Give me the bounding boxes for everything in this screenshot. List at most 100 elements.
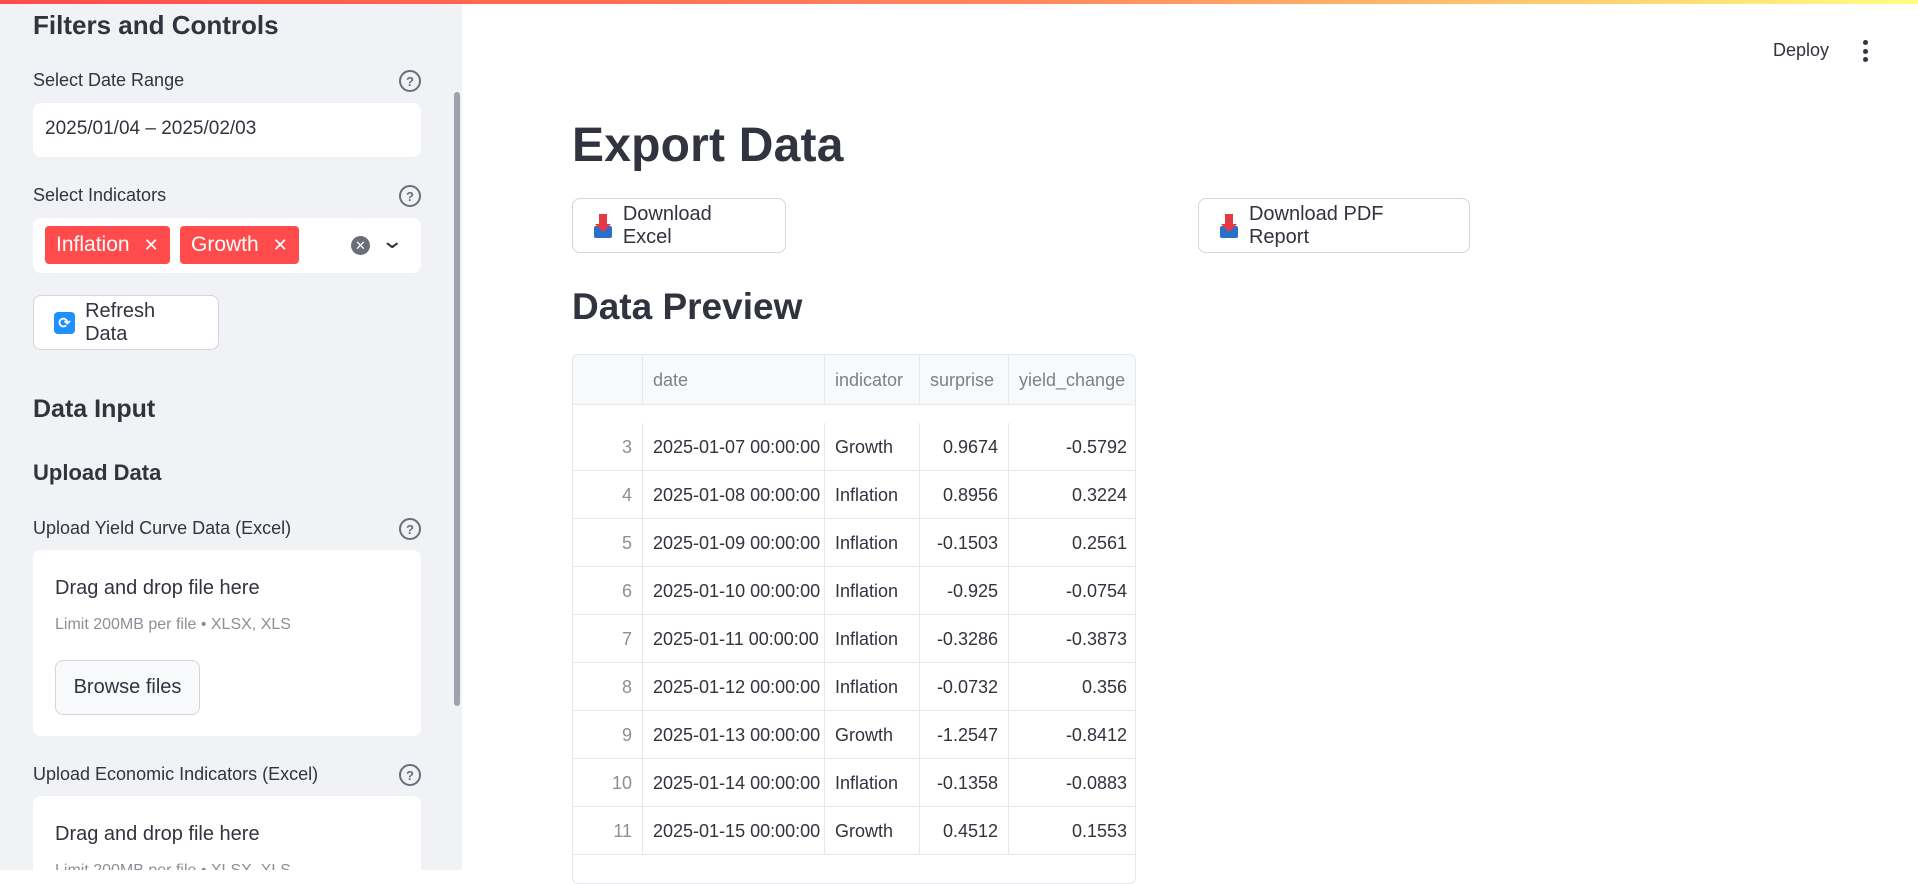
remove-tag-icon[interactable]: ✕ [273,235,288,256]
row-index: 3 [573,423,643,471]
table-row[interactable]: 5 2025-01-09 00:00:00 Inflation -0.1503 0.25… [573,519,1135,567]
surprise-cell: 0.4512 [920,807,1009,855]
more-menu-icon[interactable] [1862,40,1868,62]
data-preview-table[interactable]: date indicator surprise yield_change 3 20… [572,354,1136,884]
indicator-cell: Growth [825,711,920,759]
help-icon[interactable]: ? [399,70,421,92]
surprise-cell: -0.3286 [920,615,1009,663]
row-index: 4 [573,471,643,519]
indicators-multiselect[interactable]: Inflation ✕ Growth ✕ ✕ ⌄ [33,218,421,273]
date-cell: 2025-01-13 00:00:00 [643,711,825,759]
sidebar-title: Filters and Controls [33,10,279,40]
surprise-cell: -0.925 [920,567,1009,615]
table-row[interactable]: 8 2025-01-12 00:00:00 Inflation -0.0732 0.35… [573,663,1135,711]
indicator-cell: Inflation [825,615,920,663]
tag-label: Growth [191,233,259,256]
table-row[interactable]: 4 2025-01-08 00:00:00 Inflation 0.8956 0.322… [573,471,1135,519]
row-index: 8 [573,663,643,711]
help-icon[interactable]: ? [399,185,421,207]
data-input-title: Data Input [33,395,156,423]
column-header-index [573,355,643,405]
date-cell: 2025-01-11 00:00:00 [643,615,825,663]
tag-growth[interactable]: Growth ✕ [180,226,299,264]
refresh-data-button[interactable]: ⟳ Refresh Data [33,295,219,350]
table-row[interactable]: 6 2025-01-10 00:00:00 Inflation -0.925 -0.07… [573,567,1135,615]
date-range-input[interactable]: 2025/01/04 – 2025/02/03 [33,103,421,157]
table-row[interactable]: 9 2025-01-13 00:00:00 Growth -1.2547 -0.8412 [573,711,1135,759]
yield-change-cell: 0.3224 [1071,484,1127,505]
download-pdf-button[interactable]: Download PDF Report [1198,198,1470,253]
dropzone-text: Drag and drop file here [55,577,260,599]
sidebar: Filters and Controls Select Date Range ?… [0,0,462,870]
indicator-cell: Growth [825,423,920,471]
yield-change-cell: -0.0883 [1065,772,1127,793]
column-header-date[interactable]: date [643,355,825,405]
tag-inflation[interactable]: Inflation ✕ [45,226,170,264]
help-icon[interactable]: ? [399,518,421,540]
deploy-button[interactable]: Deploy [1773,40,1829,61]
date-cell: 2025-01-12 00:00:00 [643,663,825,711]
dropzone-text: Drag and drop file here [55,823,260,845]
page-title: Export Data [572,119,844,172]
table-row[interactable]: 11 2025-01-15 00:00:00 Growth 0.4512 0.1553 [573,807,1135,855]
indicators-label: Select Indicators [33,185,167,205]
indicator-cell: Growth [825,807,920,855]
date-cell: 2025-01-14 00:00:00 [643,759,825,807]
table-row[interactable]: 3 2025-01-07 00:00:00 Growth 0.9674 -0.5792 [573,423,1135,471]
date-cell: 2025-01-09 00:00:00 [643,519,825,567]
yield-change-cell: -0.5792 [1065,436,1127,457]
upload-data-title: Upload Data [33,460,162,485]
top-decoration-bar [0,0,1918,4]
yield-change-cell: -0.8412 [1065,724,1127,745]
clear-all-icon[interactable]: ✕ [351,236,370,255]
row-index: 10 [573,759,643,807]
download-icon [1219,213,1239,238]
date-cell: 2025-01-10 00:00:00 [643,567,825,615]
date-cell: 2025-01-08 00:00:00 [643,471,825,519]
download-icon [593,213,613,238]
upload-yield-label: Upload Yield Curve Data (Excel) [33,518,292,538]
surprise-cell: -0.1503 [920,519,1009,567]
table-header: date indicator surprise yield_change [573,355,1135,405]
indicator-cell: Inflation [825,471,920,519]
dropzone-limit: Limit 200MB per file • XLSX, XLS [55,862,291,870]
preview-title: Data Preview [572,286,803,327]
tag-label: Inflation [56,233,130,256]
column-header-surprise[interactable]: surprise [920,355,1009,405]
chevron-down-icon[interactable]: ⌄ [380,228,404,254]
indicator-cell: Inflation [825,567,920,615]
indicator-cell: Inflation [825,759,920,807]
browse-files-button[interactable]: Browse files [55,660,200,715]
yield-change-cell: 0.2561 [1071,532,1127,553]
row-index: 11 [573,807,643,855]
table-row[interactable]: 10 2025-01-14 00:00:00 Inflation -0.1358 -0.… [573,759,1135,807]
column-header-yield-change[interactable]: yield_change [1009,355,1135,405]
yield-change-cell: -0.0754 [1065,580,1127,601]
econ-dropzone[interactable]: Drag and drop file here Limit 200MB per … [33,796,421,870]
surprise-cell: -0.0732 [920,663,1009,711]
yield-change-cell: 0.1553 [1071,820,1127,841]
yield-change-cell: -0.3873 [1065,628,1127,649]
help-icon[interactable]: ? [399,764,421,786]
download-pdf-label: Download PDF Report [1248,202,1384,248]
yield-dropzone[interactable]: Drag and drop file here Limit 200MB per … [33,550,421,736]
column-header-indicator[interactable]: indicator [825,355,920,405]
refresh-icon: ⟳ [54,311,76,334]
yield-change-cell: 0.356 [1081,676,1127,697]
table-row[interactable]: 7 2025-01-11 00:00:00 Inflation -0.3286 -0.3… [573,615,1135,663]
dropzone-limit: Limit 200MB per file • XLSX, XLS [55,616,291,633]
sidebar-scrollbar[interactable] [454,92,460,706]
download-excel-button[interactable]: Download Excel [572,198,786,253]
row-index: 9 [573,711,643,759]
date-cell: 2025-01-07 00:00:00 [643,423,825,471]
remove-tag-icon[interactable]: ✕ [144,235,159,256]
refresh-label: Refresh Data [85,299,156,345]
indicator-cell: Inflation [825,663,920,711]
surprise-cell: -0.1358 [920,759,1009,807]
surprise-cell: 0.8956 [920,471,1009,519]
date-cell: 2025-01-15 00:00:00 [643,807,825,855]
upload-econ-label: Upload Economic Indicators (Excel) [33,764,319,784]
row-index: 6 [573,567,643,615]
download-excel-label: Download Excel [622,202,712,248]
row-index: 7 [573,615,643,663]
